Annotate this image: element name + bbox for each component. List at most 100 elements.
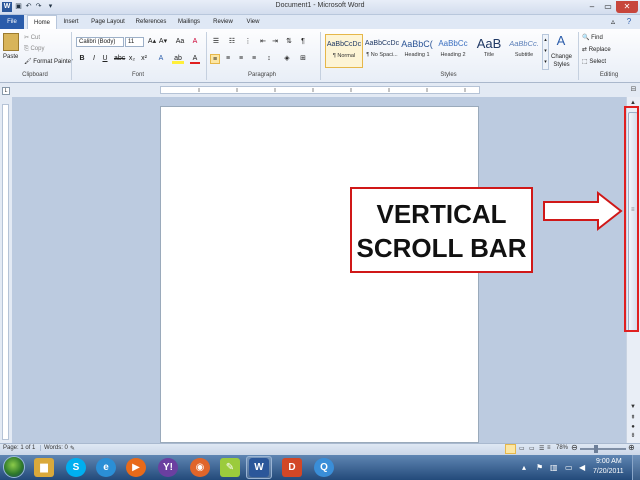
print-layout-view-icon[interactable] bbox=[505, 444, 516, 454]
text-effects-icon[interactable]: A bbox=[156, 54, 166, 64]
help-icon[interactable]: ? bbox=[622, 15, 636, 29]
paste-icon[interactable] bbox=[3, 33, 19, 51]
change-styles-button[interactable]: Change Styles bbox=[551, 53, 572, 69]
borders-icon[interactable]: ⊞ bbox=[297, 54, 309, 64]
font-color-icon[interactable]: A bbox=[190, 54, 200, 64]
grow-font-icon[interactable]: A▴ bbox=[147, 37, 157, 47]
internet-explorer-icon[interactable]: e bbox=[96, 458, 116, 477]
skype-icon[interactable]: S bbox=[66, 458, 86, 477]
tab-file[interactable]: File bbox=[0, 15, 24, 29]
align-center-icon[interactable]: ≡ bbox=[223, 54, 233, 64]
tab-page-layout[interactable]: Page Layout bbox=[86, 15, 130, 29]
underline-button[interactable]: U bbox=[101, 54, 109, 64]
start-button-icon[interactable] bbox=[3, 456, 25, 478]
style-subtitle[interactable]: AaBbCc. Subtitle bbox=[505, 34, 543, 68]
maximize-button[interactable]: ▭ bbox=[600, 1, 616, 13]
paste-button[interactable]: Paste bbox=[3, 54, 18, 60]
tray-arrow-icon[interactable]: ▴ bbox=[522, 463, 526, 472]
flag-icon[interactable]: ⚑ bbox=[536, 463, 543, 472]
decrease-indent-icon[interactable]: ⇤ bbox=[258, 37, 268, 47]
subscript-icon[interactable]: x₂ bbox=[128, 54, 136, 64]
view-ruler-icon[interactable]: ⊟ bbox=[629, 85, 638, 95]
tab-insert[interactable]: Insert bbox=[58, 15, 84, 29]
zoom-in-icon[interactable]: ⊕ bbox=[628, 443, 635, 452]
shading-icon[interactable]: ◈ bbox=[281, 54, 293, 64]
horizontal-ruler[interactable] bbox=[160, 86, 480, 94]
numbering-icon[interactable]: ☷ bbox=[226, 37, 238, 47]
format-painter-button[interactable]: 🖌 Format Painter bbox=[24, 58, 73, 65]
scroll-down-arrow-icon[interactable]: ▼ bbox=[628, 403, 638, 412]
multilevel-list-icon[interactable]: ⋮ bbox=[242, 37, 254, 47]
style-no-spacing[interactable]: AaBbCcDc ¶ No Spaci... bbox=[363, 34, 401, 68]
page-count[interactable]: Page: 1 of 1 bbox=[3, 445, 35, 451]
tab-home[interactable]: Home bbox=[27, 15, 57, 29]
shrink-font-icon[interactable]: A▾ bbox=[158, 37, 168, 47]
powerpoint-icon[interactable]: D bbox=[282, 458, 302, 477]
select-browse-object-icon[interactable]: ● bbox=[628, 423, 638, 432]
select-button[interactable]: ⬚ Select bbox=[582, 58, 606, 65]
document-page[interactable] bbox=[160, 106, 479, 443]
draft-view-icon[interactable]: ≡ bbox=[547, 445, 551, 451]
clock-time[interactable]: 9:00 AM bbox=[596, 458, 622, 465]
proofing-icon[interactable]: ✎ bbox=[70, 445, 75, 452]
firefox-icon[interactable]: ◉ bbox=[190, 458, 210, 477]
highlight-color-icon[interactable]: ab bbox=[172, 54, 184, 64]
font-size-combo[interactable]: 11 bbox=[125, 37, 144, 47]
messenger-icon[interactable]: Y! bbox=[158, 458, 178, 477]
tab-references[interactable]: References bbox=[132, 15, 170, 29]
network-icon[interactable]: ▥ bbox=[550, 463, 558, 472]
copy-button[interactable]: ⎘ Copy bbox=[24, 46, 44, 53]
explorer-icon[interactable]: ▆ bbox=[34, 458, 54, 477]
clear-formatting-icon[interactable]: A bbox=[190, 37, 200, 47]
next-page-icon[interactable]: ⇟ bbox=[628, 432, 638, 441]
battery-icon[interactable]: ▭ bbox=[565, 463, 573, 472]
sort-icon[interactable]: ⇅ bbox=[284, 37, 294, 47]
bold-button[interactable]: B bbox=[78, 54, 86, 64]
minimize-ribbon-icon[interactable]: ▵ bbox=[606, 15, 620, 29]
tab-selector-icon[interactable]: L bbox=[2, 87, 10, 95]
superscript-icon[interactable]: x² bbox=[140, 54, 148, 64]
find-button[interactable]: 🔍 Find bbox=[582, 34, 603, 41]
style-heading-1[interactable]: AaBbC(Heading 1 bbox=[398, 34, 436, 68]
increase-indent-icon[interactable]: ⇥ bbox=[270, 37, 280, 47]
zoom-slider[interactable] bbox=[580, 448, 626, 450]
style-title[interactable]: AaB Title bbox=[470, 34, 508, 68]
full-screen-reading-icon[interactable]: ▭ bbox=[519, 445, 525, 452]
font-name-combo[interactable]: Calibri (Body) bbox=[76, 37, 124, 47]
word-count[interactable]: Words: 0 bbox=[40, 445, 68, 451]
bullets-icon[interactable]: ☰ bbox=[210, 37, 222, 47]
zoom-out-icon[interactable]: ⊖ bbox=[571, 443, 578, 452]
web-layout-icon[interactable]: ▭ bbox=[529, 445, 535, 452]
show-formatting-button[interactable]: ¶ bbox=[298, 37, 308, 47]
line-spacing-icon[interactable]: ↕ bbox=[263, 54, 275, 64]
media-player-icon[interactable]: ▶ bbox=[126, 458, 146, 477]
clock-date[interactable]: 7/20/2011 bbox=[593, 468, 624, 475]
notes-icon[interactable]: ✎ bbox=[220, 458, 240, 477]
tab-mailings[interactable]: Mailings bbox=[172, 15, 206, 29]
minimize-button[interactable]: – bbox=[584, 1, 600, 13]
volume-icon[interactable]: ◀ bbox=[579, 463, 585, 472]
zoom-slider-knob[interactable] bbox=[594, 445, 598, 453]
vertical-ruler[interactable] bbox=[2, 104, 9, 440]
tab-review[interactable]: Review bbox=[208, 15, 238, 29]
strikethrough-icon[interactable]: abc bbox=[114, 54, 125, 64]
styles-scroll-icon[interactable]: ▴ ▾ ▾ bbox=[542, 34, 549, 70]
outline-view-icon[interactable]: ☰ bbox=[539, 445, 544, 452]
show-desktop-button[interactable] bbox=[632, 455, 640, 480]
app-q-icon[interactable]: Q bbox=[314, 458, 334, 477]
change-case-button[interactable]: Aa bbox=[174, 37, 186, 47]
cut-button[interactable]: ✂ Cut bbox=[24, 34, 40, 41]
align-right-icon[interactable]: ≡ bbox=[236, 54, 246, 64]
replace-button[interactable]: ⇄ Replace bbox=[582, 46, 611, 53]
tab-view[interactable]: View bbox=[240, 15, 266, 29]
change-styles-icon[interactable]: A bbox=[553, 33, 569, 49]
zoom-level[interactable]: 78% bbox=[556, 445, 568, 451]
style-heading-2[interactable]: AaBbCc Heading 2 bbox=[434, 34, 472, 68]
align-left-icon[interactable]: ≡ bbox=[210, 54, 220, 64]
previous-page-icon[interactable]: ⇞ bbox=[628, 414, 638, 423]
italic-button[interactable]: I bbox=[90, 54, 98, 64]
style-normal[interactable]: AaBbCcDc ¶ Normal bbox=[325, 34, 363, 68]
close-button[interactable]: ✕ bbox=[616, 1, 638, 13]
word-taskbar-icon[interactable]: W bbox=[249, 458, 269, 477]
justify-icon[interactable]: ≡ bbox=[249, 54, 259, 64]
